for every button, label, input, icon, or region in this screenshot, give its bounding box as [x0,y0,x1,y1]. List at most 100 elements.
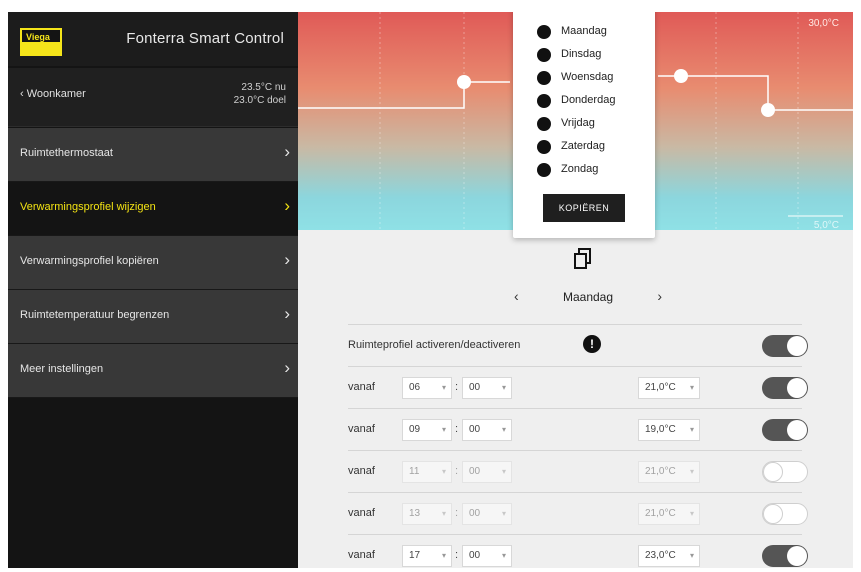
time-separator: : [455,549,459,561]
room-header: ‹ Woonkamer 23.5°C nu 23.0°C doel [8,68,298,127]
temperature-select[interactable]: 23,0°C ▾ [638,545,700,567]
menu-item-room-thermostat[interactable]: Ruimtethermostaat › [8,128,298,182]
radio-icon [537,94,551,108]
toggle-knob [787,336,807,356]
day-label: Maandag [561,25,607,37]
day-label: Donderdag [561,94,616,106]
day-label: Vrijdag [561,117,595,129]
toggle-knob [787,420,807,440]
profile-point [457,75,471,89]
radio-icon [537,140,551,154]
temperature-value: 21,0°C [645,466,676,477]
toggle-knob [787,546,807,566]
app-window: Viega Fonterra Smart Control ‹ Woonkamer… [8,12,853,568]
hour-value: 09 [409,424,421,435]
temperature-select[interactable]: 21,0°C ▾ [638,461,700,483]
radio-icon [537,71,551,85]
schedule-toggle[interactable] [762,377,808,399]
menu-item-more-settings[interactable]: Meer instellingen › [8,344,298,398]
hour-select[interactable]: 17 ▾ [402,545,452,567]
hour-select[interactable]: 06 ▾ [402,377,452,399]
schedule-toggle[interactable] [762,419,808,441]
day-label: Zondag [561,163,599,175]
menu-item-label: Verwarmingsprofiel kopiëren [20,255,159,267]
profile-line-right [658,75,853,111]
from-label: vanaf [348,423,375,435]
toggle-knob [763,462,783,482]
minute-select[interactable]: 00 ▾ [462,545,512,567]
from-label: vanaf [348,381,375,393]
chevron-down-icon: ▾ [501,551,506,560]
chevron-right-icon: › [284,358,290,377]
temperature-value: 21,0°C [645,508,676,519]
hour-select[interactable]: 09 ▾ [402,419,452,441]
chevron-down-icon: ▾ [689,509,694,518]
minute-value: 00 [469,508,481,519]
minute-select[interactable]: 00 ▾ [462,503,512,525]
schedule-toggle[interactable] [762,461,808,483]
menu-item-label: Meer instellingen [20,363,104,375]
day-label: Woensdag [561,71,614,83]
from-label: vanaf [348,465,375,477]
viega-logo: Viega [20,28,62,56]
minute-select[interactable]: 00 ▾ [462,461,512,483]
minute-value: 00 [469,424,481,435]
chevron-right-icon: › [284,250,290,269]
temperature-select[interactable]: 21,0°C ▾ [638,377,700,399]
temperature-select[interactable]: 19,0°C ▾ [638,419,700,441]
minute-value: 00 [469,550,481,561]
schedule-toggle[interactable] [762,545,808,567]
menu-item-label: Ruimtetemperatuur begrenzen [20,309,170,321]
time-separator: : [455,465,459,477]
time-separator: : [455,507,459,519]
copy-days-popup: Maandag Dinsdag Woensdag Donderdag Vrijd… [513,12,655,238]
temperature-value: 21,0°C [645,382,676,393]
menu-item-edit-heating-profile[interactable]: Verwarmingsprofiel wijzigen › [8,182,298,236]
schedule-toggle[interactable] [762,503,808,525]
chevron-down-icon: ▾ [501,425,506,434]
schedule-row: vanaf 13 ▾ : 00 ▾ 21,0°C ▾ [348,492,808,535]
chevron-down-icon: ▾ [441,425,446,434]
profile-point [761,103,775,117]
day-navigator: ‹ Maandag › [508,288,668,308]
room-back-button[interactable]: ‹ Woonkamer [20,88,86,100]
minute-select[interactable]: 00 ▾ [462,377,512,399]
max-temp-label: 30,0°C [808,18,839,29]
menu-item-label: Verwarmingsprofiel wijzigen [20,201,156,213]
menu-item-label: Ruimtethermostaat [20,147,113,159]
temperature-select[interactable]: 21,0°C ▾ [638,503,700,525]
hour-select[interactable]: 13 ▾ [402,503,452,525]
radio-icon [537,163,551,177]
copy-button[interactable]: KOPIËREN [543,194,625,222]
minute-select[interactable]: 00 ▾ [462,419,512,441]
menu-item-copy-heating-profile[interactable]: Verwarmingsprofiel kopiëren › [8,236,298,290]
copy-icon[interactable] [574,248,592,270]
chevron-right-icon: › [284,142,290,161]
chevron-down-icon: ▾ [689,383,694,392]
hour-value: 11 [409,466,420,477]
hour-select[interactable]: 11 ▾ [402,461,452,483]
chevron-down-icon: ▾ [689,467,694,476]
schedule-row: vanaf 06 ▾ : 00 ▾ 21,0°C ▾ [348,366,808,409]
chevron-down-icon: ▾ [441,383,446,392]
chevron-down-icon: ▾ [441,467,446,476]
chevron-down-icon: ▾ [501,383,506,392]
profile-point [674,69,688,83]
info-icon[interactable]: ! [583,335,601,353]
temperature-value: 23,0°C [645,550,676,561]
profile-line-left [298,81,510,109]
radio-icon [537,48,551,62]
menu-item-limit-room-temperature[interactable]: Ruimtetemperatuur begrenzen › [8,290,298,344]
minute-value: 00 [469,382,481,393]
current-temperature: 23.5°C nu [241,82,286,93]
chevron-down-icon: ▾ [441,509,446,518]
chevron-down-icon: ▾ [441,551,446,560]
current-day: Maandag [562,290,614,304]
app-title: Fonterra Smart Control [126,30,284,47]
from-label: vanaf [348,507,375,519]
next-day-button[interactable]: › [657,288,662,304]
toggle-knob [763,504,783,524]
target-temperature: 23.0°C doel [233,95,286,106]
profile-toggle[interactable] [762,335,808,357]
room-name: Woonkamer [26,88,86,100]
